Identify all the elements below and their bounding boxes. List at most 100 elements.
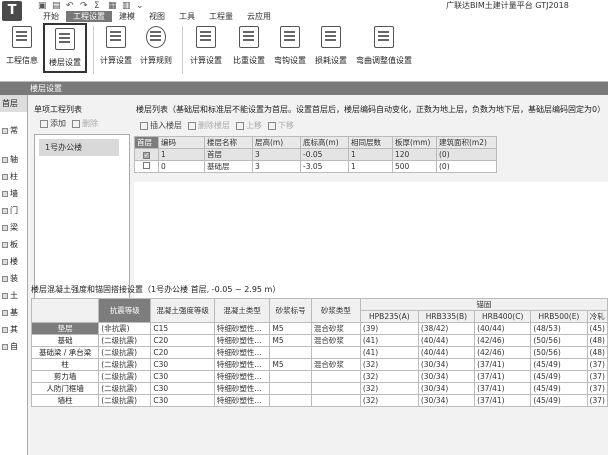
cell-concrete-type[interactable]: 特细砂塑性... [213,382,271,395]
col-hrb335[interactable]: HRB335(B) [417,310,476,323]
cell-hrb335[interactable]: (30/34) [417,358,476,371]
layout-icon[interactable]: ▥ [122,1,131,11]
col-code[interactable]: 编码 [158,136,205,149]
cell-hrb400[interactable]: (42/46) [474,334,532,347]
col-building-area[interactable]: 建筑面积(m2) [436,136,497,149]
cell-hrb400[interactable]: (37/41) [474,358,532,371]
move-down-button[interactable]: 下移 [268,120,294,131]
col-hpb235[interactable]: HPB235(A) [359,310,419,323]
cell-seismic-grade[interactable]: (二级抗震) [98,394,152,407]
tab-view[interactable]: 视图 [142,11,172,22]
tab-project-settings[interactable]: 工程设置 [66,11,112,22]
left-tab-item[interactable]: 其 [0,321,27,338]
cell-cold-rolled[interactable]: (48) [586,346,608,359]
cell-slab-thickness[interactable]: 500 [392,160,437,173]
left-tab-item[interactable]: 常 [0,122,27,139]
cell-seismic-grade[interactable]: (二级抗震) [98,370,152,383]
save-icon[interactable]: ▣ [38,1,47,11]
add-project-button[interactable]: 添加 [40,118,66,129]
table-row[interactable]: ✓ 1 首层 3 -0.05 1 120 (0) [134,148,497,161]
left-tab-item[interactable]: 装 [0,270,27,287]
col-concrete-strength[interactable]: 混凝土强度等级 [150,298,215,323]
redo-icon[interactable]: ↷ [80,1,88,11]
cell-height[interactable]: 3 [252,160,301,173]
app-logo[interactable]: T [2,1,22,21]
cell-building-area[interactable]: (0) [436,148,497,161]
col-mortar-type[interactable]: 砂浆类型 [310,298,361,323]
left-tab-item[interactable]: 柱 [0,168,27,185]
cell-mortar-type[interactable]: 混合砂浆 [310,358,361,371]
cell-hrb500[interactable]: (50/56) [530,334,588,347]
col-same-count[interactable]: 相同层数 [348,136,393,149]
open-icon[interactable]: ▤ [52,1,61,11]
left-tab-item[interactable]: 基 [0,304,27,321]
col-hrb400[interactable]: HRB400(C) [474,310,532,323]
col-seismic-grade[interactable]: 抗震等级 [98,298,152,323]
table-row[interactable]: 人防门框墙 (二级抗震) C30 特细砂塑性... (32) (30/34) (37/41)… [30,382,608,395]
hook-settings-button[interactable]: 弯钩设置 [272,26,308,72]
cell-mortar-grade[interactable] [269,346,312,359]
cell-same-count[interactable]: 1 [348,148,393,161]
cell-seismic-grade[interactable]: (二级抗震) [98,382,152,395]
cell-height[interactable]: 3 [252,148,301,161]
cell-concrete-type[interactable]: 特细砂塑性... [213,322,271,335]
cell-hrb400[interactable]: (40/44) [474,322,532,335]
cell-hpb235[interactable]: (41) [359,346,419,359]
cell-hpb235[interactable]: (32) [359,370,419,383]
cell-floor-name[interactable]: 首层 [204,148,253,161]
insert-floor-button[interactable]: 插入楼层 [140,120,182,131]
cell-concrete-strength[interactable]: C30 [150,358,215,371]
cell-hrb500[interactable]: (45/49) [530,382,588,395]
col-floor-name[interactable]: 楼层名称 [204,136,253,149]
cell-same-count[interactable]: 1 [348,160,393,173]
undo-icon[interactable]: ↶ [66,1,74,11]
cell-mortar-type[interactable] [310,370,361,383]
cell-concrete-type[interactable]: 特细砂塑性... [213,334,271,347]
cell-hrb400[interactable]: (37/41) [474,370,532,383]
cell-code[interactable]: 0 [158,160,205,173]
cell-slab-thickness[interactable]: 120 [392,148,437,161]
left-tab-item[interactable]: 墙 [0,185,27,202]
calc-settings-button[interactable]: 计算设置 [98,26,134,72]
col-mortar-grade[interactable]: 砂浆标号 [269,298,312,323]
cell-hrb335[interactable]: (30/34) [417,394,476,407]
cell-bottom-elevation[interactable]: -3.05 [300,160,349,173]
cell-cold-rolled[interactable]: (37) [586,394,608,407]
cell-concrete-type[interactable]: 特细砂塑性... [213,370,271,383]
floor-settings-button[interactable]: 楼层设置 [43,23,87,73]
tab-start[interactable]: 开始 [36,11,66,22]
first-floor-checkbox[interactable] [134,160,159,173]
toolbar-icon[interactable]: ▦ [108,1,117,11]
cell-mortar-type[interactable] [310,346,361,359]
cell-mortar-grade[interactable]: M5 [269,358,312,371]
cell-hrb400[interactable]: (37/41) [474,394,532,407]
left-tab-item[interactable]: 门 [0,202,27,219]
col-slab-thickness[interactable]: 板厚(mm) [392,136,437,149]
left-tab-item[interactable]: 土 [0,287,27,304]
cell-mortar-type[interactable]: 混合砂浆 [310,322,361,335]
cell-hpb235[interactable]: (39) [359,322,419,335]
left-tab-item[interactable]: 自 [0,338,27,355]
weight-settings-button[interactable]: 比重设置 [231,26,267,72]
cell-hrb335[interactable]: (30/34) [417,382,476,395]
cell-concrete-type[interactable]: 特细砂塑性... [213,346,271,359]
cell-cold-rolled[interactable]: (45) [586,322,608,335]
cell-hrb500[interactable]: (45/49) [530,370,588,383]
project-info-button[interactable]: 工程信息 [4,26,40,72]
cell-hrb400[interactable]: (37/41) [474,382,532,395]
cell-floor-name[interactable]: 基础层 [204,160,253,173]
cell-seismic-grade[interactable]: (二级抗震) [98,346,152,359]
cell-hrb335[interactable]: (38/42) [417,322,476,335]
delete-floor-button[interactable]: 删除楼层 [188,120,230,131]
col-concrete-type[interactable]: 混凝土类型 [213,298,271,323]
cell-hpb235[interactable]: (32) [359,382,419,395]
table-row[interactable]: 柱 (二级抗震) C30 特细砂塑性... M5 混合砂浆 (32) (30/34) (37/4… [30,358,608,371]
cell-hpb235[interactable]: (32) [359,394,419,407]
cell-mortar-type[interactable] [310,382,361,395]
cell-bottom-elevation[interactable]: -0.05 [300,148,349,161]
cell-cold-rolled[interactable]: (48) [586,334,608,347]
move-up-button[interactable]: 上移 [236,120,262,131]
cell-cold-rolled[interactable]: (37) [586,382,608,395]
loss-settings-button[interactable]: 损耗设置 [313,26,349,72]
cell-hpb235[interactable]: (32) [359,358,419,371]
